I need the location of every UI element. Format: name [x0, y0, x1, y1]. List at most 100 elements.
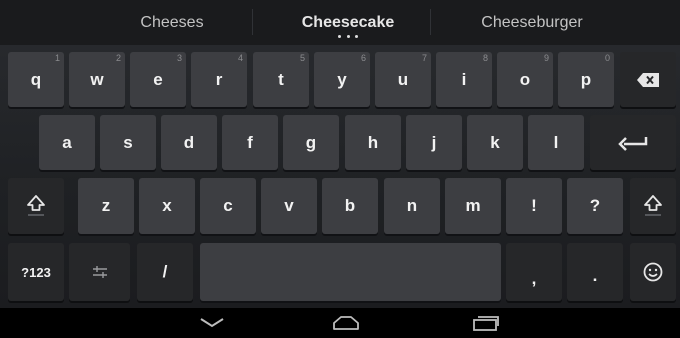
key-label: !	[531, 196, 537, 215]
key-hint: 2	[115, 53, 121, 63]
key-label: x	[162, 196, 172, 215]
key-label: l	[553, 132, 559, 152]
key-label: ?	[589, 196, 601, 215]
key-r[interactable]: r4	[191, 52, 247, 107]
key-label: o	[519, 69, 531, 89]
period-key[interactable]: .	[567, 243, 623, 301]
key-label: b	[344, 196, 356, 215]
key-y[interactable]: y6	[314, 52, 370, 107]
key-question[interactable]: ?	[567, 178, 623, 234]
key-c[interactable]: c	[200, 178, 256, 234]
key-label: g	[305, 132, 317, 152]
chevron-down-icon	[200, 318, 224, 328]
space-bar[interactable]	[200, 243, 501, 301]
enter-key[interactable]	[590, 115, 676, 170]
key-label: w	[90, 69, 104, 89]
key-label: f	[247, 132, 253, 152]
settings-key[interactable]	[69, 243, 130, 301]
key-label: e	[153, 69, 163, 89]
shift-icon	[27, 195, 45, 216]
key-s[interactable]: s	[100, 115, 156, 170]
enter-icon	[618, 136, 648, 151]
emoji-icon	[643, 262, 663, 282]
key-w[interactable]: w2	[69, 52, 125, 107]
key-v[interactable]: v	[261, 178, 317, 234]
key-e[interactable]: e3	[130, 52, 186, 107]
key-label: ,	[531, 269, 537, 288]
key-label: k	[490, 132, 500, 152]
key-hint: 6	[360, 53, 366, 63]
key-n[interactable]: n	[384, 178, 440, 234]
comma-key[interactable]: ,	[506, 243, 562, 301]
key-label: v	[284, 196, 294, 215]
key-g[interactable]: g	[283, 115, 339, 170]
key-hint: 5	[299, 53, 305, 63]
nav-home-button[interactable]	[328, 308, 364, 338]
key-a[interactable]: a	[39, 115, 95, 170]
key-label: j	[431, 132, 437, 152]
backspace-icon	[637, 72, 659, 87]
key-l[interactable]: l	[528, 115, 584, 170]
key-d[interactable]: d	[161, 115, 217, 170]
settings-sliders-icon	[92, 266, 107, 278]
shift-icon	[644, 195, 662, 216]
key-t[interactable]: t5	[253, 52, 309, 107]
recents-icon	[473, 316, 499, 331]
key-label: t	[278, 69, 284, 89]
home-icon	[333, 316, 359, 330]
key-q[interactable]: q1	[8, 52, 64, 107]
key-label: q	[30, 69, 42, 89]
key-label: u	[397, 69, 409, 89]
key-i[interactable]: i8	[436, 52, 492, 107]
key-hint: 8	[482, 53, 488, 63]
key-label: /	[162, 262, 168, 281]
key-m[interactable]: m	[445, 178, 501, 234]
key-p[interactable]: p0	[558, 52, 614, 107]
key-hint: 7	[421, 53, 427, 63]
emoji-key[interactable]	[630, 243, 676, 301]
key-hint: 0	[604, 53, 610, 63]
slash-key[interactable]: /	[137, 243, 193, 301]
key-k[interactable]: k	[467, 115, 523, 170]
key-hint: 3	[176, 53, 182, 63]
key-hint: 1	[54, 53, 60, 63]
keyboard: Cheeses Cheesecake Cheeseburger q1 w2 e3…	[0, 0, 680, 308]
suggestion-left[interactable]: Cheeses	[92, 0, 252, 45]
key-label: d	[183, 132, 195, 152]
key-j[interactable]: j	[406, 115, 462, 170]
key-label: ?123	[21, 264, 51, 280]
key-label: c	[223, 196, 233, 215]
key-label: y	[337, 69, 347, 89]
symbols-key[interactable]: ?123	[8, 243, 64, 301]
key-label: r	[215, 69, 223, 89]
shift-key-left[interactable]	[8, 178, 64, 234]
key-label: p	[580, 69, 592, 89]
key-hint: 4	[237, 53, 243, 63]
shift-key-right[interactable]	[630, 178, 676, 234]
suggestion-divider	[430, 9, 431, 35]
key-label: s	[123, 132, 133, 152]
more-suggestions-icon[interactable]	[338, 35, 358, 39]
suggestion-divider	[252, 9, 253, 35]
key-x[interactable]: x	[139, 178, 195, 234]
key-label: m	[465, 196, 481, 215]
nav-back-button[interactable]	[195, 308, 229, 338]
key-u[interactable]: u7	[375, 52, 431, 107]
key-o[interactable]: o9	[497, 52, 553, 107]
key-b[interactable]: b	[322, 178, 378, 234]
key-label: n	[406, 196, 418, 215]
nav-recents-button[interactable]	[470, 308, 502, 338]
key-exclamation[interactable]: !	[506, 178, 562, 234]
key-hint: 9	[543, 53, 549, 63]
navigation-bar	[0, 308, 680, 338]
key-label: i	[461, 69, 467, 89]
key-h[interactable]: h	[345, 115, 401, 170]
suggestion-strip: Cheeses Cheesecake Cheeseburger	[0, 0, 680, 45]
key-f[interactable]: f	[222, 115, 278, 170]
key-label: h	[367, 132, 379, 152]
key-label: .	[592, 266, 598, 285]
key-z[interactable]: z	[78, 178, 134, 234]
suggestion-right[interactable]: Cheeseburger	[446, 0, 618, 45]
key-label: z	[101, 196, 111, 215]
backspace-key[interactable]	[620, 52, 676, 107]
